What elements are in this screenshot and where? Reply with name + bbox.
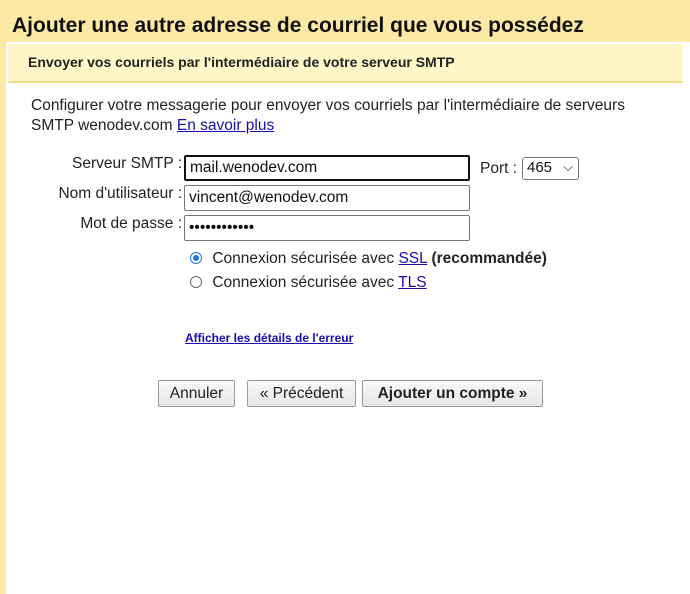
dialog-title: Ajouter une autre adresse de courriel qu…	[12, 14, 584, 37]
port-value: 465	[527, 159, 553, 176]
ssl-recommended-note: (recommandée)	[431, 250, 547, 267]
previous-button[interactable]: « Précédent	[247, 380, 356, 407]
dialog-title-bar: Ajouter une autre adresse de courriel qu…	[0, 0, 690, 43]
ssl-radio[interactable]	[190, 252, 202, 264]
learn-more-link[interactable]: En savoir plus	[177, 117, 274, 134]
ssl-option[interactable]: Connexion sécurisée avec SSL (recommandé…	[190, 250, 547, 268]
tls-link[interactable]: TLS	[398, 274, 426, 291]
tls-option-prefix: Connexion sécurisée avec	[212, 274, 395, 291]
cancel-button[interactable]: Annuler	[158, 380, 235, 407]
add-account-button[interactable]: Ajouter un compte »	[362, 380, 543, 407]
tls-radio[interactable]	[190, 276, 202, 288]
intro-text: Configurer votre messagerie pour envoyer…	[31, 97, 625, 134]
password-input[interactable]	[184, 215, 470, 241]
tls-option[interactable]: Connexion sécurisée avec TLS	[190, 274, 427, 292]
port-select[interactable]: 465 ⌵	[522, 157, 579, 180]
step-header: Envoyer vos courriels par l'intermédiair…	[8, 44, 683, 83]
username-label: Nom d'utilisateur :	[58, 185, 182, 202]
password-label: Mot de passe :	[80, 215, 182, 232]
show-error-details-link[interactable]: Afficher les détails de l'erreur	[185, 331, 353, 345]
ssl-option-prefix: Connexion sécurisée avec	[212, 250, 395, 267]
smtp-server-input[interactable]	[184, 155, 470, 181]
chevron-down-icon: ⌵	[563, 159, 573, 174]
smtp-server-label: Serveur SMTP :	[72, 155, 182, 172]
port-label: Port :	[480, 160, 518, 177]
username-input[interactable]	[184, 185, 470, 211]
intro-text-block: Configurer votre messagerie pour envoyer…	[31, 96, 671, 136]
ssl-link[interactable]: SSL	[398, 250, 427, 267]
step-title: Envoyer vos courriels par l'intermédiair…	[28, 54, 455, 70]
